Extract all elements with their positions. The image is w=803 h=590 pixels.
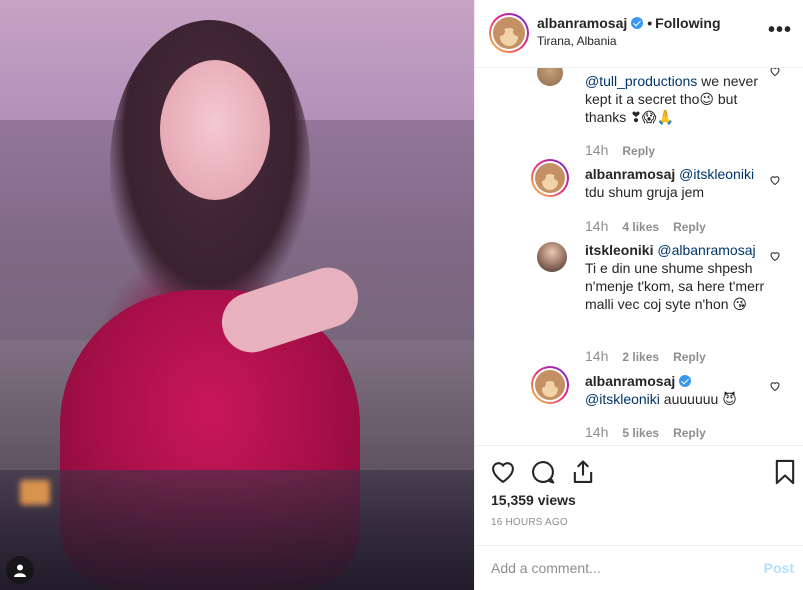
comment-time[interactable]: 14h xyxy=(585,348,608,364)
like-comment-icon[interactable] xyxy=(769,174,781,186)
verified-badge-icon xyxy=(631,17,644,29)
following-button[interactable]: Following xyxy=(655,15,720,31)
reply-button[interactable]: Reply xyxy=(673,220,706,234)
comment-text: albanramosaj @itskleoniki auuuuuu 😈 xyxy=(585,372,765,408)
commenter-avatar[interactable] xyxy=(531,159,569,197)
separator-dot: • xyxy=(647,15,653,31)
comment-icon[interactable] xyxy=(529,458,557,486)
post-comment-button[interactable]: Post xyxy=(764,560,794,576)
comment-username[interactable]: albanramosaj xyxy=(585,373,675,389)
comment-meta: 14h Reply xyxy=(585,142,655,158)
monkey-avatar-icon xyxy=(535,163,565,193)
post-side-panel: albanramosaj • Following Tirana, Albania •… xyxy=(474,0,803,590)
comments-list[interactable]: @tull_productions we never kept it a sec… xyxy=(475,68,803,445)
post-timestamp[interactable]: 16 HOURS AGO xyxy=(491,517,568,528)
comment-body: auuuuuu 😈 xyxy=(659,391,737,407)
monkey-avatar-icon xyxy=(535,370,565,400)
reply-button[interactable]: Reply xyxy=(673,350,706,364)
comment-body: tdu shum gruja jem xyxy=(585,184,705,200)
comment-mention[interactable]: @itskleoniki xyxy=(585,391,660,407)
like-comment-icon[interactable] xyxy=(769,250,781,262)
comment-meta: 14h 2 likes Reply xyxy=(585,348,706,364)
post-location[interactable]: Tirana, Albania xyxy=(537,34,617,48)
video-foreground xyxy=(0,470,474,590)
like-comment-icon[interactable] xyxy=(769,68,781,77)
post-header: albanramosaj • Following Tirana, Albania •… xyxy=(475,0,803,68)
video-light xyxy=(20,480,50,505)
comment-username[interactable]: albanramosaj xyxy=(585,166,675,182)
comment-input[interactable] xyxy=(491,554,741,582)
commenter-avatar[interactable] xyxy=(531,366,569,404)
more-options-icon[interactable]: ••• xyxy=(768,20,792,40)
user-tag-icon[interactable] xyxy=(6,556,34,584)
commenter-avatar[interactable] xyxy=(537,68,563,86)
like-comment-icon[interactable] xyxy=(769,380,781,392)
comment-time[interactable]: 14h xyxy=(585,424,608,440)
post-video[interactable] xyxy=(0,0,474,590)
comment-mention[interactable]: @itskleoniki xyxy=(679,166,754,182)
comment-text: itskleoniki @albanramosaj Ti e din une s… xyxy=(585,241,765,313)
comment-time[interactable]: 14h xyxy=(585,142,608,158)
comment-time[interactable]: 14h xyxy=(585,218,608,234)
author-username[interactable]: albanramosaj xyxy=(537,15,627,31)
comment-meta: 14h 4 likes Reply xyxy=(585,218,706,234)
comment-likes[interactable]: 2 likes xyxy=(622,350,659,364)
bookmark-icon[interactable] xyxy=(771,458,799,486)
post-actions: 15,359 views 16 HOURS AGO xyxy=(475,445,803,545)
add-comment-bar: Post xyxy=(475,545,803,590)
comment-likes[interactable]: 4 likes xyxy=(622,220,659,234)
heart-icon[interactable] xyxy=(489,458,517,486)
commenter-avatar[interactable] xyxy=(537,242,567,272)
comment-mention[interactable]: @albanramosaj xyxy=(657,242,755,258)
comment-body: Ti e din une shume shpesh n'menje t'kom,… xyxy=(585,260,765,312)
comment-username[interactable]: itskleoniki xyxy=(585,242,653,258)
author-line: albanramosaj • Following xyxy=(537,15,721,31)
reply-button[interactable]: Reply xyxy=(673,426,706,440)
view-count[interactable]: 15,359 views xyxy=(491,492,576,508)
reply-button[interactable]: Reply xyxy=(622,144,655,158)
author-avatar[interactable] xyxy=(489,13,529,53)
comment-text: @tull_productions we never kept it a sec… xyxy=(585,72,765,126)
verified-badge-icon xyxy=(679,375,692,387)
comment-likes[interactable]: 5 likes xyxy=(622,426,659,440)
video-subject-face xyxy=(160,60,270,200)
comment-meta: 14h 5 likes Reply xyxy=(585,424,706,440)
monkey-avatar-icon xyxy=(493,17,525,49)
share-icon[interactable] xyxy=(569,458,597,486)
comment-mention[interactable]: @tull_productions xyxy=(585,73,697,89)
comment-text: albanramosaj @itskleoniki tdu shum gruja … xyxy=(585,165,765,201)
